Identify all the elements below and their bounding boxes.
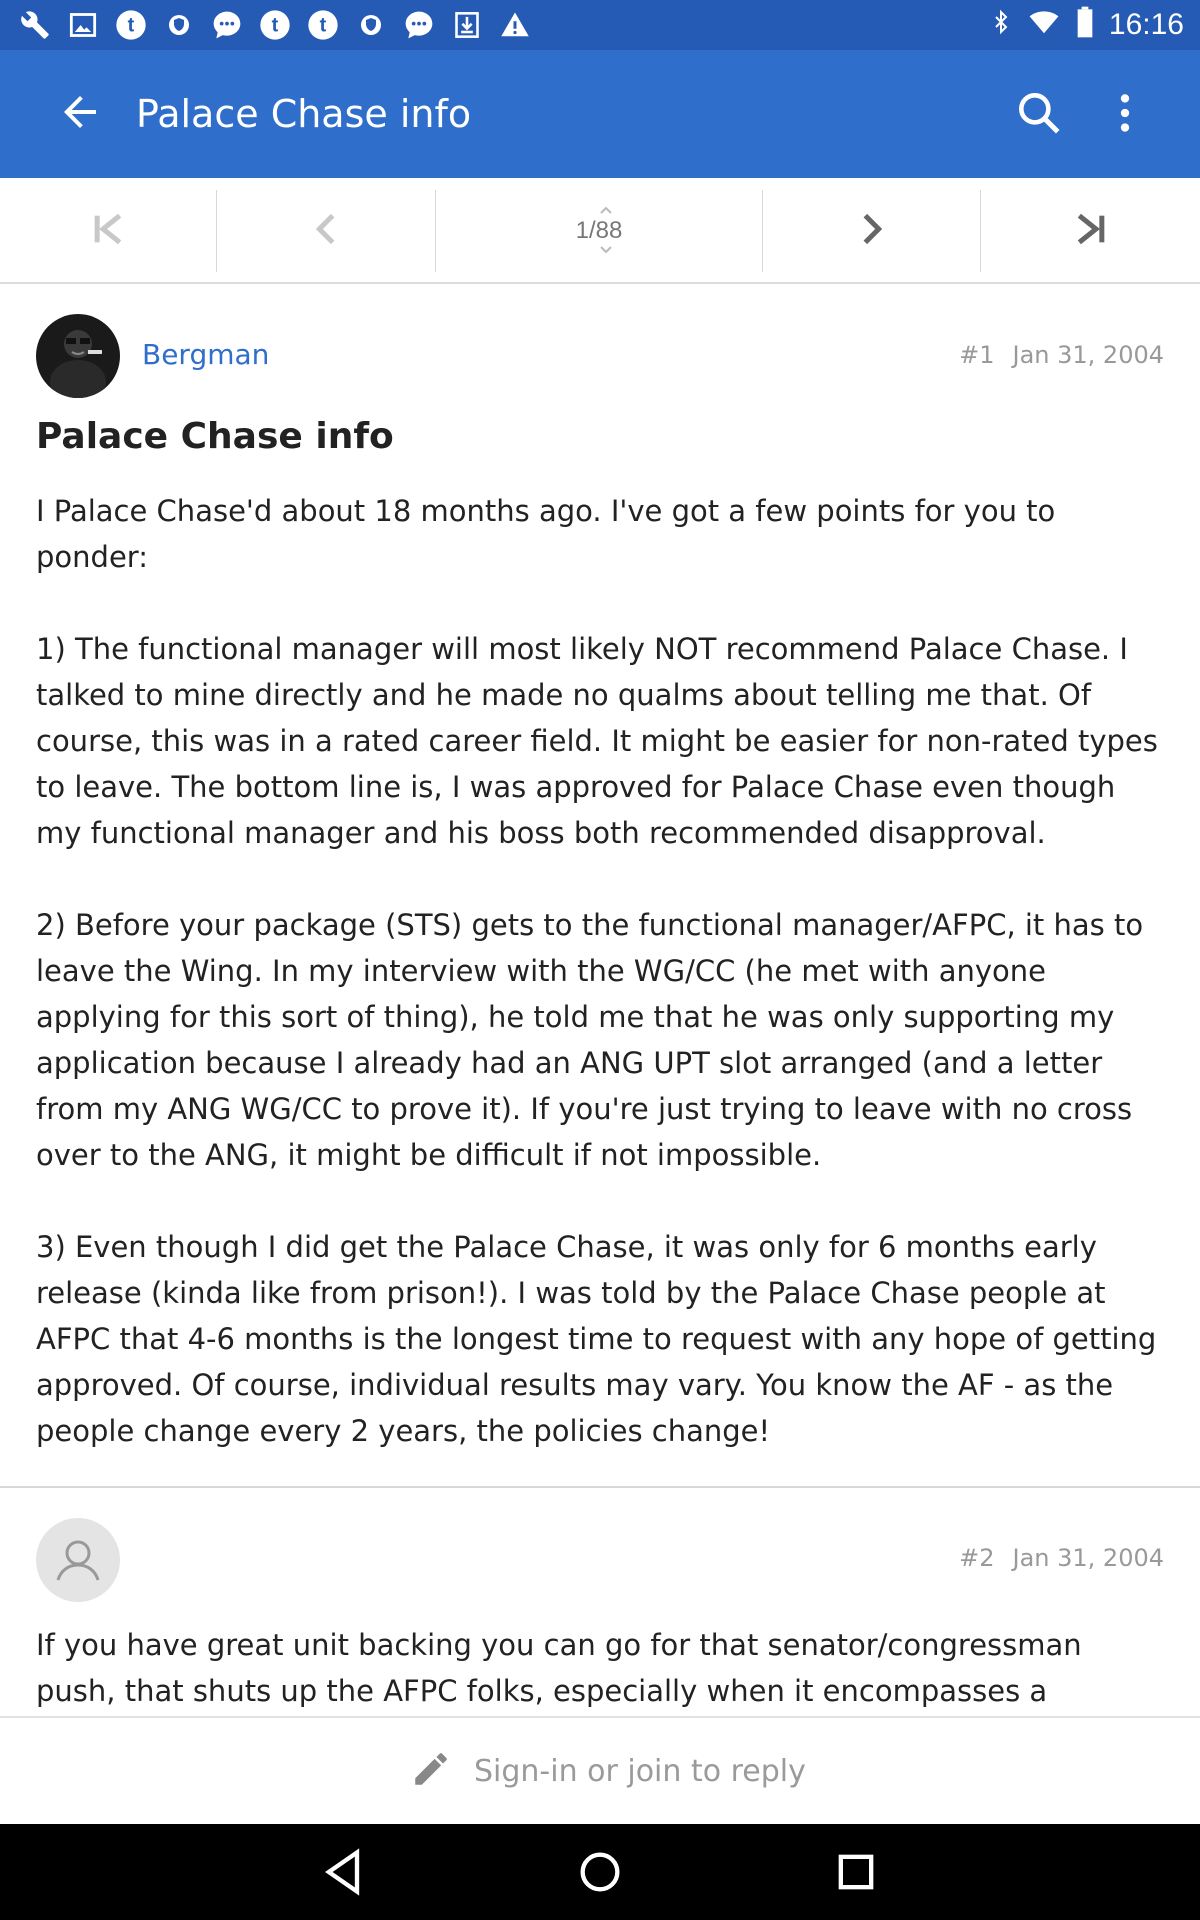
chevron-right-icon <box>852 207 892 256</box>
nav-recents-icon[interactable] <box>830 1846 882 1898</box>
svg-text:t: t <box>128 15 135 37</box>
page-number: 1/88 <box>575 206 623 254</box>
post-number[interactable]: #1 <box>959 341 994 369</box>
page-navigator: 1/88 <box>0 178 1200 284</box>
reply-prompt[interactable]: Sign-in or join to reply <box>474 1754 806 1789</box>
back-arrow-icon[interactable] <box>56 88 104 136</box>
bluetooth-icon <box>989 6 1013 43</box>
post: #2 Jan 31, 2004 If you have great unit ba… <box>0 1488 1200 1716</box>
image-icon <box>66 8 100 42</box>
more-options-icon[interactable] <box>1100 88 1150 138</box>
page-number-text: 1/88 <box>575 217 623 244</box>
page-selector[interactable]: 1/88 <box>436 190 762 272</box>
search-icon[interactable] <box>1014 88 1064 138</box>
system-icons: 16:16 <box>989 6 1184 43</box>
status-bar: t t t 16:16 <box>0 0 1200 50</box>
post-date: Jan 31, 2004 <box>1012 1544 1165 1572</box>
nav-home-icon[interactable] <box>574 1846 626 1898</box>
clock: 16:16 <box>1108 7 1184 41</box>
reply-bar[interactable]: Sign-in or join to reply <box>0 1716 1200 1824</box>
avatar[interactable] <box>36 314 120 398</box>
username[interactable]: Bergman <box>142 338 269 371</box>
post-paragraph: 2) Before your package (STS) gets to the… <box>36 908 1144 1172</box>
system-navigation-bar <box>0 1824 1200 1920</box>
download-icon <box>450 8 484 42</box>
post-number[interactable]: #2 <box>959 1544 994 1572</box>
tumblr-icon: t <box>114 8 148 42</box>
default-avatar-icon[interactable] <box>36 1518 120 1602</box>
chevron-left-icon <box>306 207 346 256</box>
chat-icon <box>210 8 244 42</box>
shield-icon <box>162 8 196 42</box>
svg-text:t: t <box>320 15 327 37</box>
post-paragraph: I Palace Chase'd about 18 months ago. I'… <box>36 494 1056 574</box>
tumblr-icon: t <box>258 8 292 42</box>
wrench-icon <box>18 8 52 42</box>
post-body: If you have great unit backing you can g… <box>36 1622 1166 1716</box>
tumblr-icon: t <box>306 8 340 42</box>
page-title: Palace Chase info <box>136 92 472 136</box>
post-paragraph: If you have great unit backing you can g… <box>36 1628 1082 1708</box>
first-page-icon <box>88 207 128 256</box>
app-bar: Palace Chase info <box>0 50 1200 178</box>
post-paragraph: 3) Even though I did get the Palace Chas… <box>36 1230 1157 1448</box>
post-meta: #1 Jan 31, 2004 <box>959 341 1164 369</box>
shield-icon <box>354 8 388 42</box>
last-page-icon <box>1071 207 1111 256</box>
first-page-button[interactable] <box>0 190 216 272</box>
chat-icon <box>402 8 436 42</box>
notification-icons: t t t <box>18 8 532 42</box>
nav-back-icon[interactable] <box>318 1846 370 1898</box>
svg-text:t: t <box>272 15 279 37</box>
post-body: I Palace Chase'd about 18 months ago. I'… <box>36 488 1166 1500</box>
post-meta: #2 Jan 31, 2004 <box>959 1544 1164 1572</box>
next-page-button[interactable] <box>763 190 980 272</box>
previous-page-button[interactable] <box>217 190 435 272</box>
warning-icon <box>498 8 532 42</box>
post: Bergman #1 Jan 31, 2004 Palace Chase info… <box>0 286 1200 1486</box>
post-paragraph: 1) The functional manager will most like… <box>36 632 1158 850</box>
post-date: Jan 31, 2004 <box>1012 341 1165 369</box>
pencil-icon <box>410 1748 452 1795</box>
post-title: Palace Chase info <box>36 416 394 457</box>
battery-icon <box>1075 6 1095 43</box>
last-page-button[interactable] <box>981 190 1200 272</box>
wifi-icon <box>1027 7 1061 42</box>
